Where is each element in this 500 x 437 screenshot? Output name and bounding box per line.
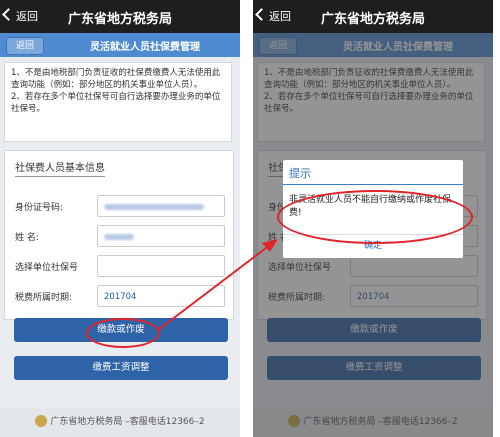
- unit-number-select[interactable]: [97, 255, 225, 277]
- title-bar: 返回 广东省地方税务局: [253, 0, 493, 33]
- id-number-row: 身份证号码:: [15, 195, 225, 219]
- notice-line-2: 2、若存在多个单位社保号可自行选择要办理业务的单位社保号。: [11, 92, 221, 114]
- sub-header: 返回 灵活就业人员社保费管理: [0, 33, 240, 57]
- tax-bureau-logo-icon: [35, 414, 48, 427]
- name-label: 姓 名:: [15, 233, 39, 243]
- notice-box: 1、不是由地税部门负责征收的社保费缴费人无法使用此查询功能（例如：部分地区的机关…: [4, 62, 232, 142]
- dialog-divider: [283, 184, 463, 185]
- form-heading: 社保费人员基本信息: [15, 159, 105, 177]
- annotation-circle: [277, 190, 473, 244]
- footer-text: 广东省地方税务局 –客服电话12366–2: [50, 417, 205, 427]
- back-button[interactable]: 返回: [6, 37, 44, 55]
- dialog-title: 提示: [289, 167, 311, 180]
- redacted-value: [104, 234, 134, 240]
- annotation-circle: [86, 318, 160, 348]
- title-bar: 返回 广东省地方税务局: [0, 0, 240, 33]
- wage-adjust-button[interactable]: 缴费工资调整: [14, 356, 228, 380]
- redacted-value: [104, 204, 204, 210]
- name-field[interactable]: [97, 225, 225, 247]
- info-form: 社保费人员基本信息 身份证号码: 姓 名: 选择单位社保号 税费所属时期: 20…: [4, 150, 234, 320]
- app-title: 广东省地方税务局: [67, 12, 172, 27]
- left-screen: 返回 广东省地方税务局 返回 灵活就业人员社保费管理 1、不是由地税部门负责征收…: [0, 0, 240, 437]
- unit-number-label: 选择单位社保号: [15, 263, 79, 273]
- period-row: 税费所属时期: 201704: [15, 285, 225, 309]
- page-title: 灵活就业人员社保费管理: [90, 42, 200, 53]
- id-number-field[interactable]: [97, 195, 225, 217]
- footer: 广东省地方税务局 –客服电话12366–2: [0, 408, 240, 437]
- right-screen: 返回 广东省地方税务局 返回 灵活就业人员社保费管理 1、不是由地税部门负责征收…: [253, 0, 493, 437]
- notice-line-1: 1、不是由地税部门负责征收的社保费缴费人无法使用此查询功能（例如：部分地区的机关…: [11, 68, 221, 90]
- app-title: 广东省地方税务局: [320, 12, 425, 27]
- unit-number-row: 选择单位社保号: [15, 255, 225, 279]
- period-field[interactable]: 201704: [97, 285, 225, 307]
- period-label: 税费所属时期:: [15, 293, 73, 303]
- id-number-label: 身份证号码:: [15, 203, 64, 213]
- name-row: 姓 名:: [15, 225, 225, 249]
